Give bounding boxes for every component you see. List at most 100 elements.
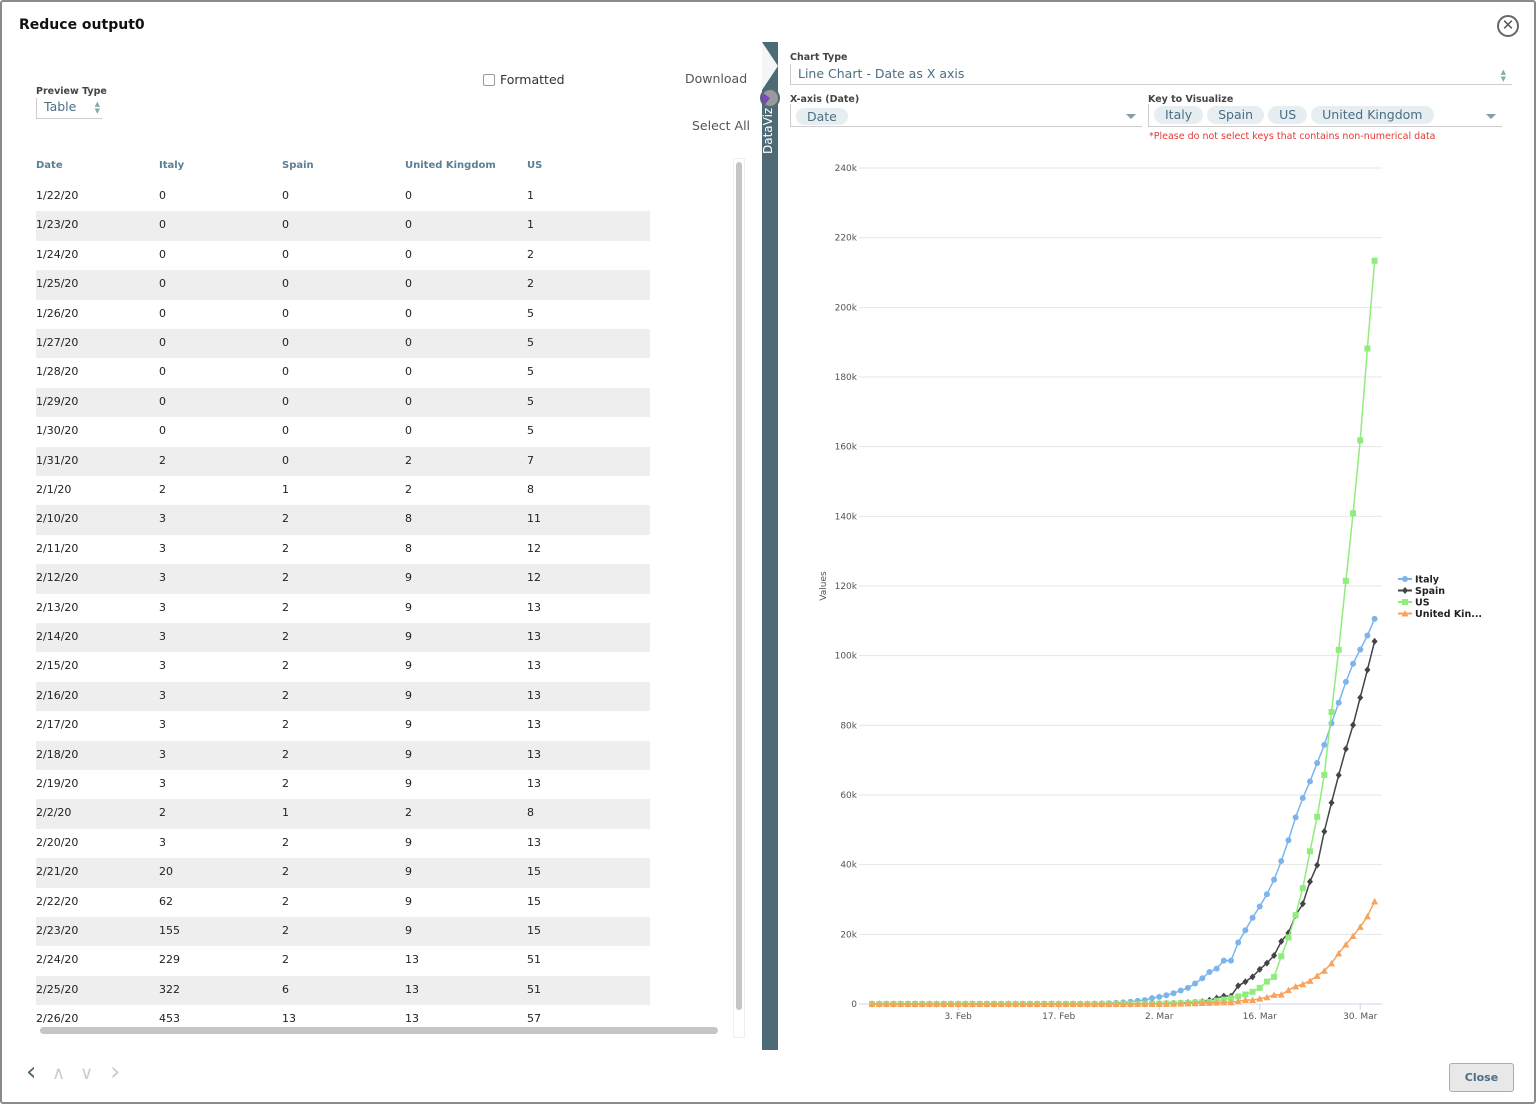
table-row[interactable]: 2/2/20 2 1 2 8	[36, 799, 650, 829]
table-row[interactable]: 2/19/20 3 2 9 13	[36, 770, 650, 799]
key-chip-united-kingdom[interactable]: United Kingdom	[1311, 106, 1434, 124]
column-header-date[interactable]: Date	[36, 160, 63, 171]
nav-prev-button[interactable]: ‹	[26, 1059, 36, 1085]
table-cell: 3	[159, 630, 166, 643]
table-row[interactable]: 2/25/20 322 6 13 51	[36, 975, 650, 1006]
data-point-italy	[1292, 814, 1299, 821]
table-cell: 3	[159, 659, 166, 673]
table-cell: 2	[282, 865, 289, 879]
legend-item-label: Spain	[1415, 586, 1445, 597]
column-header-spain[interactable]: Spain	[282, 160, 314, 171]
table-row[interactable]: 1/25/20 0 0 0 2	[36, 270, 650, 300]
table-row[interactable]: 2/14/20 3 2 9 13	[36, 623, 650, 653]
table-cell: 12	[527, 541, 541, 555]
table-cell: 9	[405, 747, 412, 761]
table-row[interactable]: 2/12/20 3 2 9 12	[36, 564, 650, 594]
y-tick-label: 20k	[840, 930, 857, 940]
table-row[interactable]: 2/22/20 62 2 9 15	[36, 888, 650, 917]
table-row[interactable]: 1/23/20 0 0 0 1	[36, 211, 650, 241]
data-point-us	[1357, 437, 1364, 444]
table-cell: 2	[282, 659, 289, 673]
table-cell: 20	[159, 865, 173, 879]
table-row[interactable]: 1/22/20 0 0 0 1	[36, 182, 650, 211]
xaxis-select[interactable]: Date	[790, 104, 1142, 127]
y-tick-label: 180k	[835, 373, 858, 383]
table-row[interactable]: 2/20/20 3 2 9 13	[36, 829, 650, 858]
x-tick-label: 3. Feb	[944, 1012, 972, 1022]
table-cell: 1/29/20	[36, 394, 79, 408]
table-row[interactable]: 2/24/20 229 2 13 51	[36, 946, 650, 975]
table-row[interactable]: 2/17/20 3 2 9 13	[36, 711, 650, 740]
data-point-italy	[1271, 876, 1278, 883]
table-row[interactable]: 2/11/20 3 2 8 12	[36, 535, 650, 564]
table-cell: 1/25/20	[36, 277, 79, 291]
table-row[interactable]: 1/31/20 2 0 2 7	[36, 446, 650, 476]
y-tick-label: 200k	[835, 303, 858, 313]
xaxis-chip[interactable]: Date	[796, 108, 848, 125]
table-cell: 15	[527, 924, 541, 937]
table-row[interactable]: 2/23/20 155 2 9 15	[36, 917, 650, 947]
table-cell: 0	[282, 277, 289, 291]
close-button[interactable]: Close	[1449, 1063, 1514, 1092]
table-row[interactable]: 2/21/20 20 2 9 15	[36, 858, 650, 888]
chart-type-select[interactable]: Line Chart - Date as X axis ▲ ▼	[790, 64, 1512, 85]
key-to-visualize-select[interactable]: Italy Spain US United Kingdom	[1148, 104, 1502, 127]
table-cell: 13	[405, 982, 419, 996]
table-cell: 9	[405, 600, 412, 614]
data-point-us	[1256, 984, 1263, 991]
table-cell: 9	[405, 659, 412, 673]
table-row[interactable]: 2/15/20 3 2 9 13	[36, 652, 650, 681]
table-cell: 2/18/20	[36, 747, 79, 761]
table-row[interactable]: 2/16/20 3 2 9 13	[36, 681, 650, 712]
table-cell: 13	[527, 747, 541, 761]
y-tick-label: 140k	[835, 512, 858, 522]
table-cell: 11	[527, 512, 541, 526]
key-chip-italy[interactable]: Italy	[1154, 106, 1204, 124]
table-row[interactable]: 2/18/20 3 2 9 13	[36, 740, 650, 770]
table-cell: 2	[405, 453, 412, 467]
key-chip-spain[interactable]: Spain	[1207, 106, 1265, 124]
table-row[interactable]: 2/10/20 3 2 8 11	[36, 505, 650, 535]
data-point-us	[1321, 771, 1328, 778]
dataviz-sidebar-tab[interactable]	[762, 42, 778, 1050]
table-cell: 2/19/20	[36, 777, 79, 790]
column-header-united-kingdom[interactable]: United Kingdom	[405, 160, 496, 171]
column-header-us[interactable]: US	[527, 160, 542, 171]
table-cell: 3	[159, 571, 166, 585]
horizontal-scrollbar[interactable]	[40, 1027, 718, 1034]
select-all-link[interactable]: Select All	[692, 118, 750, 133]
table-row[interactable]: 2/13/20 3 2 9 13	[36, 594, 650, 623]
table-cell: 0	[405, 424, 412, 438]
table-cell: 3	[159, 600, 166, 614]
vertical-scrollbar[interactable]	[736, 162, 742, 1010]
table-cell: 2/13/20	[36, 600, 79, 614]
table-row[interactable]: 1/26/20 0 0 0 5	[36, 300, 650, 329]
nav-down-button[interactable]: ∨	[80, 1062, 93, 1086]
formatted-toggle[interactable]: Formatted	[483, 72, 565, 87]
table-row[interactable]: 1/28/20 0 0 0 5	[36, 358, 650, 387]
data-point-italy	[1149, 995, 1156, 1002]
formatted-checkbox[interactable]	[483, 73, 495, 86]
table-cell: 1/22/20	[36, 189, 79, 202]
nav-next-button[interactable]: ›	[110, 1059, 120, 1085]
table-row[interactable]: 2/1/20 2 1 2 8	[36, 476, 650, 505]
data-point-us	[1306, 848, 1313, 855]
nav-up-button[interactable]: ∧	[52, 1062, 65, 1086]
key-chip-us[interactable]: US	[1268, 106, 1308, 124]
table-row[interactable]: 1/24/20 0 0 0 2	[36, 241, 650, 270]
table-cell: 2/16/20	[36, 688, 79, 702]
data-point-italy	[1163, 992, 1170, 999]
table-row[interactable]: 1/27/20 0 0 0 5	[36, 329, 650, 359]
data-point-spain	[1314, 861, 1321, 869]
column-header-italy[interactable]: Italy	[159, 160, 184, 171]
close-dialog-icon[interactable]: ✕	[1497, 15, 1519, 37]
table-row[interactable]: 2/26/20 453 13 13 57	[36, 1005, 650, 1028]
preview-type-select[interactable]: Table ▲ ▼	[36, 98, 102, 119]
table-cell: 2	[159, 483, 166, 496]
download-link[interactable]: Download	[685, 71, 747, 86]
table-cell: 2/17/20	[36, 718, 79, 732]
table-row[interactable]: 1/30/20 0 0 0 5	[36, 417, 650, 446]
table-cell: 62	[159, 894, 173, 908]
table-cell: 3	[159, 835, 166, 849]
table-row[interactable]: 1/29/20 0 0 0 5	[36, 387, 650, 418]
